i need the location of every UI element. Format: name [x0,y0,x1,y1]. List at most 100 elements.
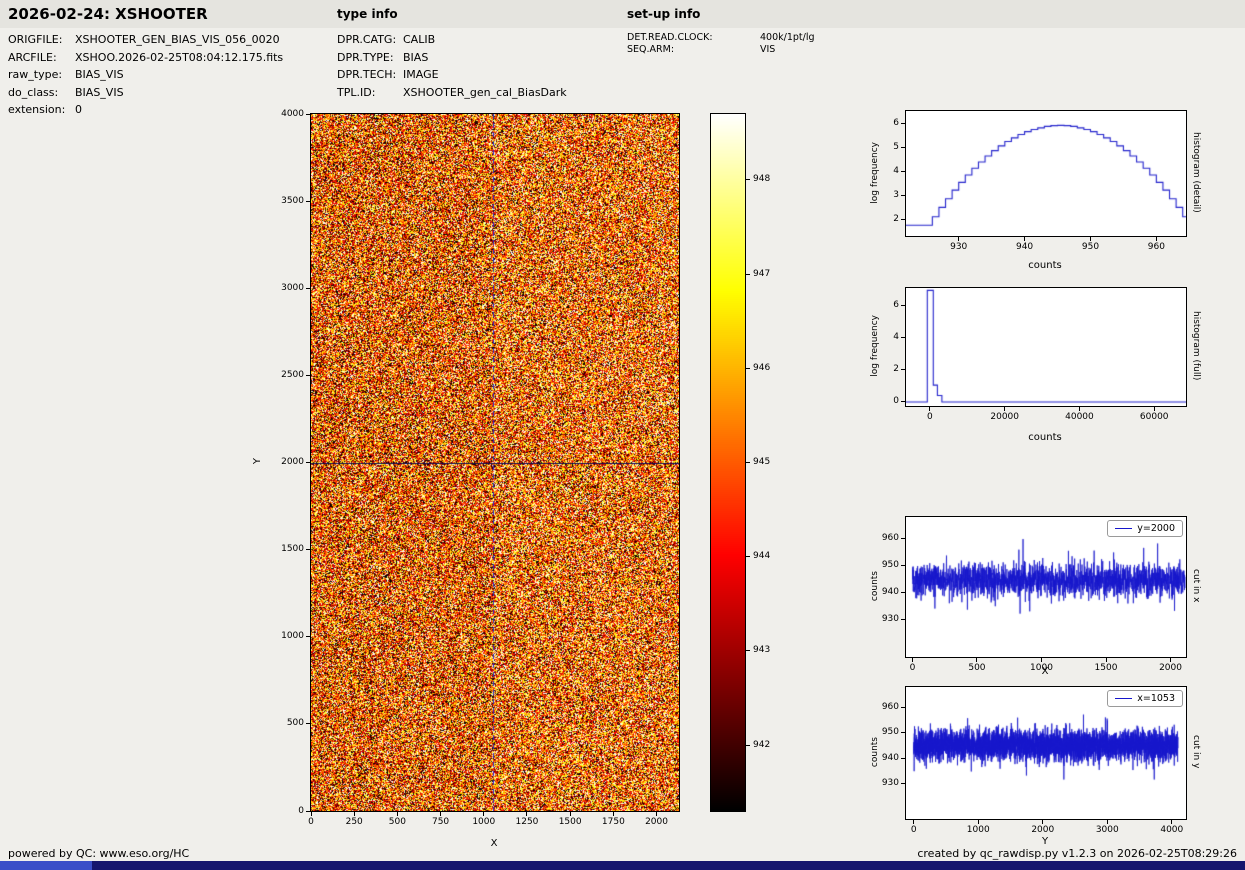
cut-y-legend: x=1053 [1107,690,1183,707]
meta-value: BIAS [403,49,428,67]
x-tick-mark [1090,237,1091,241]
y-tick-label: 960 [882,702,899,712]
y-tick-mark [901,401,905,402]
y-tick-mark [901,592,905,593]
hist-detail-xaxis-label: counts [905,260,1185,271]
bias-image-canvas [311,114,679,811]
meta-value: BIAS_VIS [75,84,124,102]
x-tick-mark [570,812,571,816]
x-tick-mark [958,237,959,241]
meta-label: DPR.TYPE: [337,49,403,67]
y-tick-label: 3500 [281,196,304,206]
x-tick-mark [1042,820,1043,824]
x-tick-mark [1024,237,1025,241]
y-tick-mark [306,288,310,289]
setup-info-block: DET.READ.CLOCK:400k/1pt/lg SEQ.ARM:VIS [627,32,815,56]
colorbar-tick-mark [746,745,750,746]
x-tick-mark [912,658,913,662]
cut-y-xaxis-label: Y [905,836,1185,847]
bias-image-plot: 0250500750100012501500175020000500100015… [310,113,680,812]
x-tick-label: 1000 [472,817,495,827]
meta-label: ORIGFILE: [8,31,75,49]
y-tick-label: 1500 [281,544,304,554]
x-tick-label: 950 [1082,242,1099,252]
meta-row-dprtype: DPR.TYPE:BIAS [337,49,567,67]
cut-x-legend-label: y=2000 [1137,523,1175,534]
y-tick-label: 2 [893,364,899,374]
colorbar-tick-label: 946 [753,363,770,373]
histogram-full-canvas [906,288,1186,406]
colorbar-tick-label: 945 [753,457,770,467]
meta-row-extension: extension:0 [8,101,283,119]
meta-value: CALIB [403,31,435,49]
type-info-block: DPR.CATG:CALIB DPR.TYPE:BIAS DPR.TECH:IM… [337,31,567,101]
footer-qc-link[interactable]: powered by QC: www.eso.org/HC [8,847,189,861]
colorbar-canvas [711,114,745,811]
x-tick-mark [440,812,441,816]
cut-x-legend: y=2000 [1107,520,1183,537]
colorbar-tick-mark [746,462,750,463]
meta-label: SEQ.ARM: [627,44,760,56]
y-tick-mark [306,811,310,812]
meta-value: IMAGE [403,66,439,84]
y-tick-mark [306,375,310,376]
x-tick-mark [354,812,355,816]
x-tick-label: 1750 [602,817,625,827]
histogram-full-plot: 02000040000600000246 [905,287,1187,407]
y-tick-label: 1000 [281,631,304,641]
meta-row-origfile: ORIGFILE:XSHOOTER_GEN_BIAS_VIS_056_0020 [8,31,283,49]
y-tick-mark [306,462,310,463]
cut-in-y-plot: x=1053 01000200030004000930940950960 [905,686,1187,820]
colorbar-tick-label: 947 [753,269,770,279]
y-tick-label: 950 [882,560,899,570]
meta-label: DPR.CATG: [337,31,403,49]
y-tick-label: 0 [893,396,899,406]
colorbar-tick-label: 948 [753,174,770,184]
x-tick-mark [1170,658,1171,662]
meta-row-readclock: DET.READ.CLOCK:400k/1pt/lg [627,32,815,44]
colorbar-tick-mark [746,179,750,180]
x-tick-label: 1500 [559,817,582,827]
y-tick-label: 2500 [281,370,304,380]
page-title: 2026-02-24: XSHOOTER [8,5,208,23]
y-tick-mark [901,147,905,148]
x-tick-mark [1154,407,1155,411]
cut-x-right-label: cut in x [1189,516,1203,656]
y-tick-label: 940 [882,587,899,597]
footer-bar-segment [0,861,92,870]
x-tick-label: 2000 [645,817,668,827]
hist-detail-yaxis-label: log frequency [868,110,882,235]
x-tick-label: 930 [950,242,967,252]
meta-row-seqarm: SEQ.ARM:VIS [627,44,815,56]
y-tick-label: 4000 [281,109,304,119]
meta-label: raw_type: [8,66,75,84]
x-tick-label: 2000 [1031,825,1054,835]
meta-value: XSHOO.2026-02-25T08:04:12.175.fits [75,49,283,67]
cut-x-yaxis-label: counts [868,516,882,656]
bias-yaxis-label: Y [250,113,264,810]
meta-row-tplid: TPL.ID:XSHOOTER_gen_cal_BiasDark [337,84,567,102]
y-tick-label: 3000 [281,283,304,293]
x-tick-mark [1156,237,1157,241]
y-tick-mark [306,549,310,550]
footer-row: powered by QC: www.eso.org/HC created by… [0,847,1245,861]
y-tick-label: 930 [882,778,899,788]
hist-detail-right-label: histogram (detail) [1189,110,1203,235]
cut-y-right-label: cut in y [1189,686,1203,818]
meta-value: XSHOOTER_gen_cal_BiasDark [403,84,567,102]
meta-label: do_class: [8,84,75,102]
meta-label: ARCFILE: [8,49,75,67]
colorbar-tick-mark [746,274,750,275]
footer-bar [0,861,1245,870]
meta-value: XSHOOTER_GEN_BIAS_VIS_056_0020 [75,31,280,49]
x-tick-mark [483,812,484,816]
meta-value: 400k/1pt/lg [760,32,815,44]
x-tick-label: 20000 [990,412,1019,422]
x-tick-mark [613,812,614,816]
legend-line-icon [1115,528,1132,529]
cut-y-legend-label: x=1053 [1137,693,1175,704]
y-tick-mark [901,195,905,196]
header-bar: 2026-02-24: XSHOOTER type info set-up in… [0,0,1245,28]
x-tick-mark [978,820,979,824]
colorbar-tick-label: 943 [753,645,770,655]
